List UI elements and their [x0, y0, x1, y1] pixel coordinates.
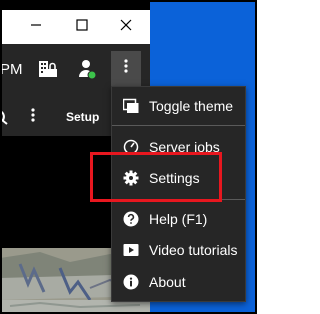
help-circle-icon: [123, 211, 139, 227]
search-icon[interactable]: [0, 109, 8, 130]
menu-item-about[interactable]: About: [112, 267, 245, 297]
menu-item-video-tutorials[interactable]: Video tutorials: [112, 235, 245, 265]
toggle-theme-icon: [123, 98, 139, 114]
menu-item-label: Toggle theme: [149, 98, 234, 114]
close-icon: [120, 18, 132, 36]
menu-item-label: About: [149, 274, 186, 290]
highlight-annotation: [90, 152, 222, 202]
minimize-button[interactable]: [14, 10, 58, 44]
info-circle-icon: [123, 274, 139, 290]
more-menu-button[interactable]: [111, 51, 141, 86]
maximize-icon: [76, 18, 88, 36]
maximize-button[interactable]: [60, 10, 104, 44]
setup-tab[interactable]: Setup: [66, 110, 99, 124]
menu-item-toggle-theme[interactable]: Toggle theme: [112, 91, 245, 121]
user-status-icon[interactable]: [77, 58, 97, 85]
menu-item-label: Help (F1): [149, 211, 208, 227]
more-vertical-icon: [124, 59, 128, 78]
menu-item-help[interactable]: Help (F1): [112, 204, 245, 234]
title-bar: [0, 10, 150, 44]
play-video-icon: [123, 242, 139, 258]
menu-item-label: Video tutorials: [149, 242, 238, 258]
clock-fragment: PM: [0, 61, 23, 78]
close-button[interactable]: [104, 10, 148, 44]
minimize-icon: [30, 18, 42, 36]
menu-divider: [112, 125, 245, 126]
building-lock-icon[interactable]: [38, 59, 58, 84]
toolbar-more-icon[interactable]: [31, 108, 35, 124]
